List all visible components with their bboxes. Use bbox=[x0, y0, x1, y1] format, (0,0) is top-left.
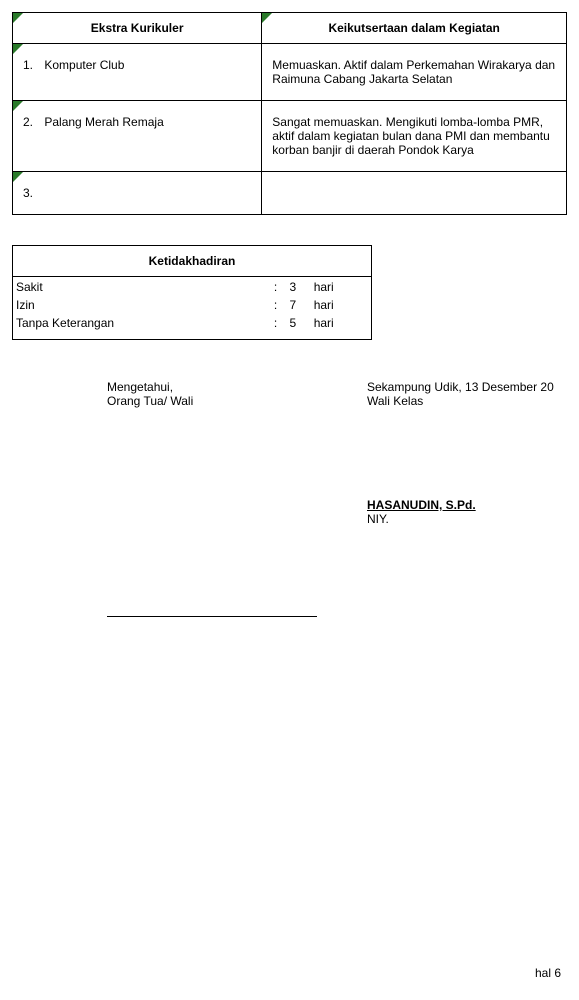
table-row: 3. bbox=[13, 172, 567, 215]
absence-unit: hari bbox=[313, 297, 369, 313]
absence-colon: : bbox=[273, 297, 287, 313]
page-number: hal 6 bbox=[535, 966, 561, 980]
homeroom-label: Wali Kelas bbox=[367, 394, 567, 408]
absence-colon: : bbox=[273, 315, 287, 331]
absence-value: 3 bbox=[289, 279, 311, 295]
absence-unit: hari bbox=[313, 315, 369, 331]
row-desc: Memuaskan. Aktif dalam Perkemahan Wiraka… bbox=[262, 44, 567, 101]
parent-signature-line bbox=[107, 616, 317, 617]
niy-label: NIY. bbox=[367, 512, 567, 526]
row-name: Komputer Club bbox=[44, 58, 124, 72]
teacher-name: HASANUDIN, S.Pd. bbox=[367, 498, 567, 512]
extracurricular-table: Ekstra Kurikuler Keikutsertaan dalam Keg… bbox=[12, 12, 567, 215]
absence-row: Tanpa Keterangan : 5 hari bbox=[15, 315, 369, 331]
table-row: 1. Komputer Club Memuaskan. Aktif dalam … bbox=[13, 44, 567, 101]
row-name: Palang Merah Remaja bbox=[44, 115, 163, 129]
acknowledge-label: Mengetahui, bbox=[107, 380, 367, 394]
absence-body: Sakit : 3 hari Izin : 7 hari Tanpa Keter… bbox=[13, 277, 371, 333]
row-desc bbox=[262, 172, 567, 215]
absence-colon: : bbox=[273, 279, 287, 295]
absence-value: 7 bbox=[289, 297, 311, 313]
row-num: 1. bbox=[23, 58, 41, 72]
absence-value: 5 bbox=[289, 315, 311, 331]
absence-label: Tanpa Keterangan bbox=[15, 315, 271, 331]
th-absence: Ketidakhadiran bbox=[13, 246, 372, 277]
place-date: Sekampung Udik, 13 Desember 20 bbox=[367, 380, 567, 394]
signature-teacher: Sekampung Udik, 13 Desember 20 Wali Kela… bbox=[367, 380, 567, 526]
absence-label: Sakit bbox=[15, 279, 271, 295]
absence-row: Izin : 7 hari bbox=[15, 297, 369, 313]
absence-unit: hari bbox=[313, 279, 369, 295]
absence-table: Ketidakhadiran bbox=[12, 245, 372, 277]
th-activity: Ekstra Kurikuler bbox=[13, 13, 262, 44]
absence-row: Sakit : 3 hari bbox=[15, 279, 369, 295]
signature-block: Mengetahui, Orang Tua/ Wali Sekampung Ud… bbox=[12, 380, 567, 526]
th-participation: Keikutsertaan dalam Kegiatan bbox=[262, 13, 567, 44]
table-row: 2. Palang Merah Remaja Sangat memuaskan.… bbox=[13, 101, 567, 172]
signature-parent: Mengetahui, Orang Tua/ Wali bbox=[107, 380, 367, 526]
row-num: 3. bbox=[23, 186, 41, 200]
parent-label: Orang Tua/ Wali bbox=[107, 394, 367, 408]
row-desc: Sangat memuaskan. Mengikuti lomba-lomba … bbox=[262, 101, 567, 172]
absence-label: Izin bbox=[15, 297, 271, 313]
row-num: 2. bbox=[23, 115, 41, 129]
